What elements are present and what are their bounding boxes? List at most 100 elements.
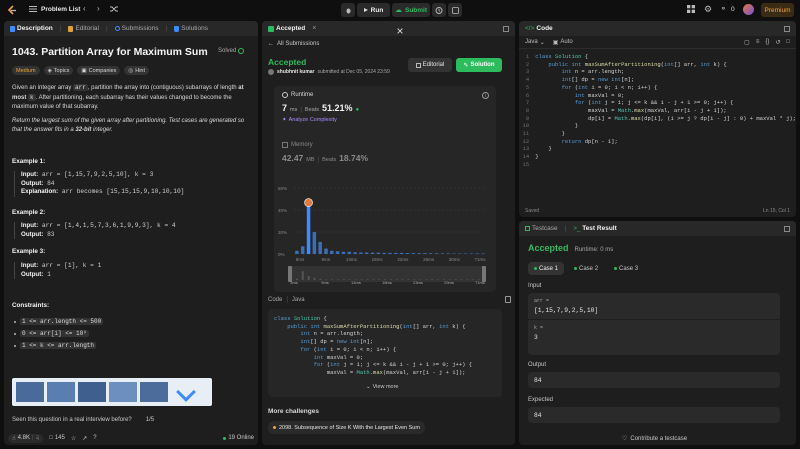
tab-accepted[interactable]: Accepted — [268, 25, 305, 32]
view-more-button[interactable]: ⌄ View more — [366, 384, 399, 390]
thumbs-up-icon: ☝ — [12, 435, 16, 442]
like-button[interactable]: ☝ 4.8K | ☟ — [8, 433, 44, 443]
submission-status: Accepted — [268, 57, 307, 67]
checkbox-icon — [525, 226, 530, 231]
accepted-check-icon — [268, 25, 274, 32]
code-line[interactable] — [535, 161, 796, 169]
contribute-testcase-link[interactable]: ♡ Contribute a testcase — [622, 435, 687, 443]
case-1-tab[interactable]: Case 1 — [528, 262, 565, 275]
bookmark-icon[interactable]: ▢ — [744, 39, 750, 46]
terminal-icon: >_ — [573, 225, 581, 232]
tab-submissions[interactable]: Submissions — [114, 25, 159, 32]
code-lines[interactable]: class Solution { public int maxSumAfterP… — [533, 53, 796, 203]
analyze-complexity-link[interactable]: ✦ Analyze Complexity — [282, 117, 337, 123]
hint-chip[interactable]: ◎ Hint — [124, 66, 150, 75]
book-icon — [68, 25, 74, 32]
solution-button[interactable]: ✎ Solution — [456, 58, 502, 72]
run-button[interactable]: Run — [357, 3, 390, 17]
next-problem-icon[interactable]: › — [97, 4, 100, 13]
editorial-button[interactable]: Editorial — [408, 58, 452, 72]
problem-list-link[interactable]: Problem List — [41, 6, 80, 13]
tab-code[interactable]: </> Code — [525, 25, 553, 32]
braces-icon[interactable]: {} — [765, 39, 769, 46]
all-submissions-link[interactable]: ← All Submissions — [268, 41, 319, 47]
close-icon[interactable]: × — [392, 23, 408, 39]
premium-button[interactable]: Premium — [761, 3, 794, 17]
clock-icon — [282, 92, 288, 98]
line-number: 6 — [525, 91, 530, 99]
tab-test-result[interactable]: >_ Test Result — [573, 225, 616, 232]
help-icon[interactable]: ? — [93, 435, 96, 441]
code-line[interactable]: class Solution { — [535, 53, 796, 61]
code-line[interactable]: for (int i = 0; i < n; i++) { — [535, 84, 796, 92]
example-1-block: Input: arr = [1,15,7,9,2,5,10], k = 3 Ou… — [14, 171, 250, 197]
code-line[interactable]: public int maxSumAfterPartitioning(int[]… — [535, 61, 796, 69]
prev-problem-icon[interactable]: ‹ — [83, 4, 86, 13]
fullscreen-icon[interactable]: □ — [786, 39, 790, 46]
close-tab-icon[interactable]: × — [312, 25, 316, 32]
share-icon[interactable]: ↗ — [82, 435, 87, 442]
challenge-link[interactable]: 2098. Subsequence of Size K With the Lar… — [268, 421, 425, 434]
mini-chart-bar — [331, 279, 334, 280]
maximize-icon[interactable] — [784, 225, 790, 232]
auto-mode[interactable]: ▣ Auto — [553, 39, 573, 46]
chart-bar — [295, 250, 299, 254]
language-select[interactable]: Java ⌄ — [525, 39, 545, 46]
streak-fire-icon[interactable]: ⚬ — [720, 4, 727, 13]
code-line[interactable]: } — [535, 130, 796, 138]
settings-gear-icon[interactable]: ⚙ — [704, 4, 712, 15]
leetcode-logo-icon[interactable] — [6, 4, 18, 16]
avatar[interactable] — [743, 4, 754, 15]
ad-banner[interactable] — [12, 378, 212, 406]
mini-x-tick-label: 3ms — [290, 280, 298, 285]
case-3-tab[interactable]: Case 3 — [608, 262, 644, 275]
topics-chip[interactable]: ◈ Topics — [43, 66, 74, 75]
code-line[interactable]: maxVal = Math.max(maxVal, arr[i - j + 1]… — [535, 107, 796, 115]
shuffle-icon[interactable] — [110, 5, 118, 13]
code-line[interactable]: int maxVal = 0; — [535, 92, 796, 100]
reset-icon[interactable]: ↺ — [775, 39, 780, 46]
tab-description[interactable]: Description — [10, 25, 53, 32]
code-line[interactable]: int n = arr.length; — [535, 68, 796, 76]
timer-button[interactable] — [432, 3, 446, 17]
history-icon — [114, 26, 120, 31]
case-2-tab[interactable]: Case 2 — [568, 262, 604, 275]
x-tick-label: 30ms — [449, 257, 461, 262]
code-line[interactable]: return dp[n - 1]; — [535, 138, 796, 146]
memory-value-row: 42.47 MB | Beats 18.74% — [282, 153, 369, 163]
maximize-icon[interactable] — [503, 25, 509, 32]
format-icon[interactable]: ≡ — [756, 39, 760, 46]
code-line[interactable]: } — [535, 153, 796, 161]
sparkle-icon: ✦ — [282, 117, 287, 123]
tab-editorial[interactable]: Editorial — [68, 25, 99, 32]
tab-testcase[interactable]: Testcase — [525, 225, 558, 232]
layout-grid-icon[interactable] — [687, 5, 695, 13]
left-footer: ☝ 4.8K | ☟ □ 145 ☆ ↗ ? 19 Online — [8, 432, 254, 444]
check-circle-icon — [238, 48, 245, 54]
line-number: 13 — [522, 145, 530, 153]
code-line[interactable]: dp[i] = Math.max(dp[i], (i >= j ? dp[i -… — [535, 115, 796, 123]
submit-button[interactable]: ☁ Submit — [392, 3, 430, 17]
code-line[interactable]: } — [535, 145, 796, 153]
companies-chip[interactable]: ▣ Companies — [77, 66, 121, 75]
submission-tabs: Accepted × — [262, 21, 515, 36]
line-number: 4 — [525, 76, 530, 84]
code-line[interactable]: } — [535, 122, 796, 130]
y-tick-label: 0% — [278, 252, 285, 257]
problem-list-icon[interactable] — [29, 5, 37, 13]
code-line[interactable]: for (int j = 1; j <= k && i - j + 1 >= 0… — [535, 99, 796, 107]
debug-button[interactable] — [341, 3, 355, 17]
code-line[interactable]: int[] dp = new int[n]; — [535, 76, 796, 84]
comments-button[interactable]: □ 145 — [49, 435, 65, 441]
output-box: 84 — [528, 372, 780, 388]
code-area[interactable]: 1 2 3 4 5 6 7 8 9 10 11 12 13 14 15 class Solution { p… — [519, 53, 796, 203]
code-line: class Solution { — [274, 315, 327, 322]
notes-button[interactable] — [448, 3, 462, 17]
tab-solutions[interactable]: Solutions — [174, 25, 208, 32]
copy-icon[interactable] — [505, 296, 511, 303]
maximize-icon[interactable] — [784, 25, 790, 32]
bookmark-icon[interactable]: ☆ — [71, 435, 76, 442]
chart-bar — [330, 250, 334, 254]
info-icon[interactable]: i — [482, 92, 489, 99]
mini-x-tick-label: 14ms — [351, 280, 361, 285]
